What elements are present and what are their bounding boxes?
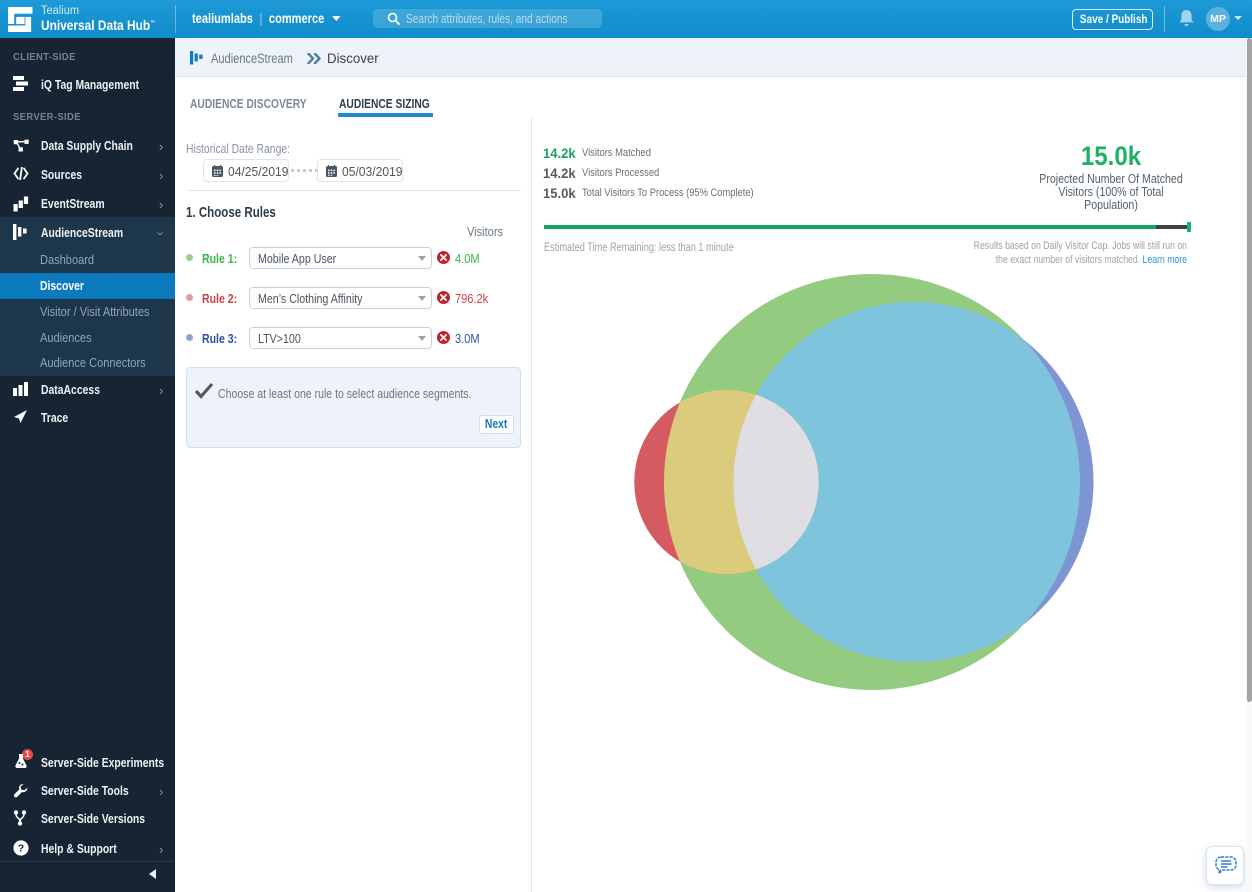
svg-text:?: ?	[18, 843, 24, 855]
